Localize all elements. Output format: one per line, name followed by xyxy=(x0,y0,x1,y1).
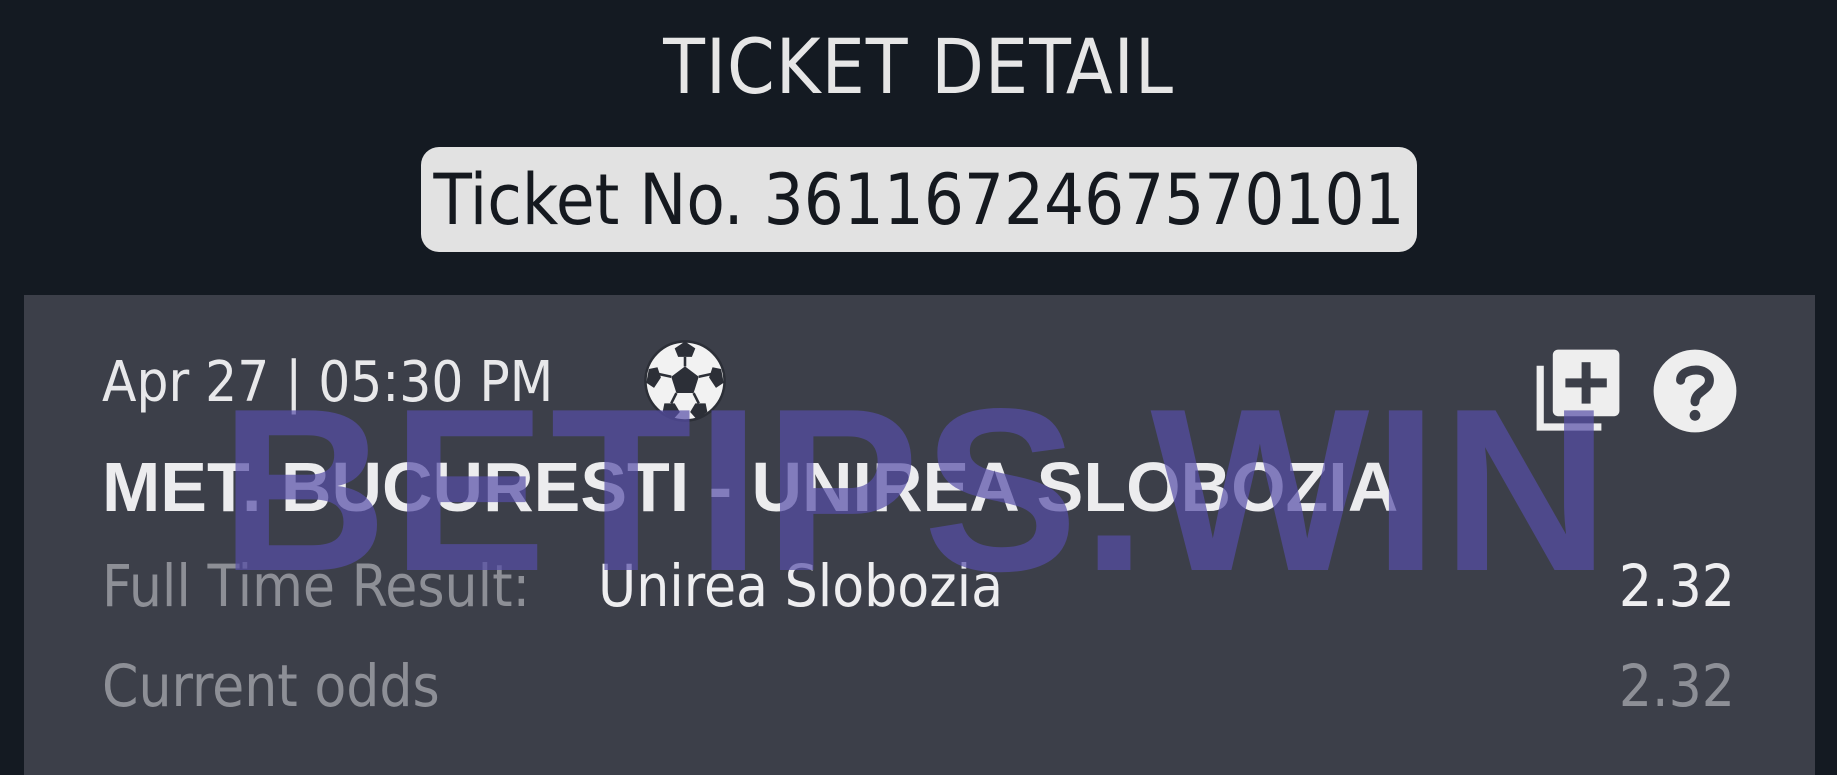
market-label: Full Time Result: xyxy=(102,552,531,620)
event-datetime: Apr 27 | 05:30 PM xyxy=(102,350,554,415)
current-odds-value: 2.32 xyxy=(1618,652,1735,720)
add-to-collection-icon[interactable] xyxy=(1533,346,1623,436)
match-name: MET. BUCURESTI - UNIREA SLOBOZIA xyxy=(102,448,1399,526)
selection-name: Unirea Slobozia xyxy=(598,552,1004,620)
current-odds-label: Current odds xyxy=(102,652,440,720)
selection-odds: 2.32 xyxy=(1618,552,1735,620)
soccer-ball-icon xyxy=(644,340,726,422)
help-icon[interactable] xyxy=(1650,346,1740,436)
ticket-number-badge: Ticket No. 3611672467570101 xyxy=(421,147,1417,252)
page-title: TICKET DETAIL xyxy=(663,22,1174,111)
